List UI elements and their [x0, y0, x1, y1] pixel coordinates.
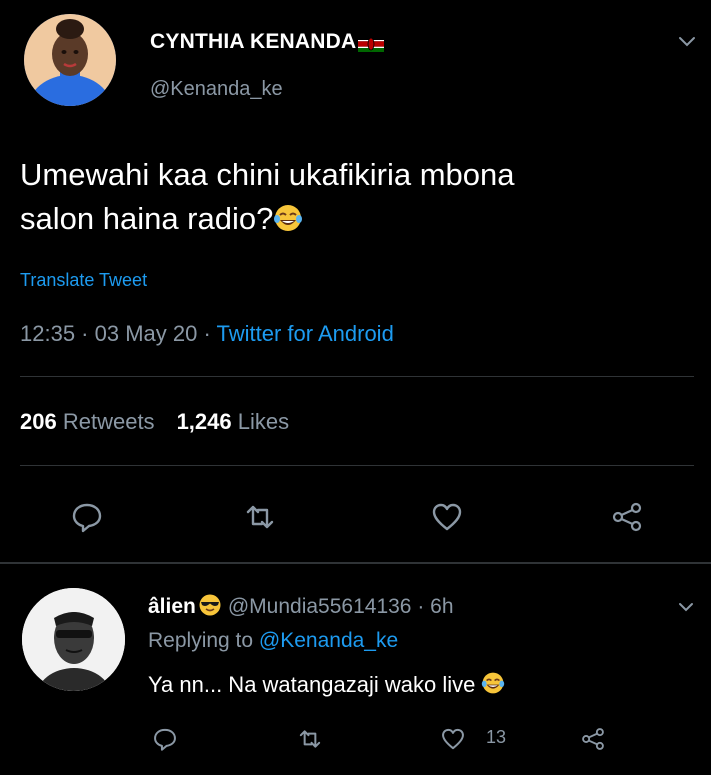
reply-author-name[interactable]: âlien: [148, 595, 196, 618]
reply-author-handle-time[interactable]: @Mundia55614136 · 6h: [228, 595, 454, 618]
author-name-text: CYNTHIA KENANDA: [150, 30, 357, 53]
tweet-text-line-2-content: salon haina radio?: [20, 201, 274, 236]
kenya-flag-icon: [358, 34, 385, 52]
author-handle[interactable]: @Kenanda_ke: [150, 78, 283, 101]
reply-header: âlien @Mundia55614136 · 6h: [148, 593, 454, 619]
tweet-text-line-1: Umewahi kaa chini ukafikiria mbona: [20, 157, 515, 192]
share-icon[interactable]: [610, 500, 644, 534]
retweets-label: Retweets: [62, 409, 155, 434]
heart-icon[interactable]: [440, 726, 466, 752]
comment-bubble-icon[interactable]: [152, 726, 178, 752]
tweet-meta: 12:35 · 03 May 20 · Twitter for Android: [20, 321, 394, 347]
retweet-icon[interactable]: [243, 500, 277, 534]
chevron-down-icon[interactable]: [676, 597, 696, 617]
tweet-stats: 206 Retweets 1,246 Likes: [20, 409, 289, 435]
divider: [20, 465, 694, 466]
author-display-name[interactable]: CYNTHIA KENANDA: [150, 30, 385, 54]
reply-like-count: 13: [486, 727, 507, 747]
sunglasses-emoji: [198, 593, 222, 617]
likes-stat[interactable]: 1,246 Likes: [177, 409, 290, 434]
likes-label: Likes: [237, 409, 290, 434]
tweet-source-link[interactable]: Twitter for Android: [217, 321, 394, 346]
divider: [20, 376, 694, 377]
replying-to: Replying to @Kenanda_ke: [148, 629, 398, 653]
reply-text: Ya nn... Na watangazaji wako live: [148, 671, 505, 698]
divider: [0, 562, 711, 564]
reply-author-avatar[interactable]: [22, 588, 125, 691]
heart-icon[interactable]: [430, 500, 464, 534]
translate-tweet-link[interactable]: Translate Tweet: [20, 270, 147, 291]
likes-count: 1,246: [176, 409, 232, 434]
replying-to-prefix: Replying to: [148, 629, 259, 652]
share-icon[interactable]: [580, 726, 606, 752]
retweets-stat[interactable]: 206 Retweets: [20, 409, 155, 434]
tweet-timestamp: 12:35 · 03 May 20 ·: [20, 321, 217, 346]
tears-of-joy-emoji: [273, 201, 303, 231]
chevron-down-icon[interactable]: [676, 30, 698, 52]
tears-of-joy-emoji: [481, 671, 505, 695]
tweet-text-line-2: salon haina radio?: [20, 197, 680, 241]
replying-to-mention[interactable]: @Kenanda_ke: [259, 629, 398, 652]
author-avatar[interactable]: [24, 14, 116, 106]
comment-bubble-icon[interactable]: [70, 500, 104, 534]
reply-text-content: Ya nn... Na watangazaji wako live: [148, 672, 476, 697]
retweets-count: 206: [20, 409, 57, 434]
retweet-icon[interactable]: [297, 726, 323, 752]
tweet-text: Umewahi kaa chini ukafikiria mbona salon…: [20, 153, 680, 241]
